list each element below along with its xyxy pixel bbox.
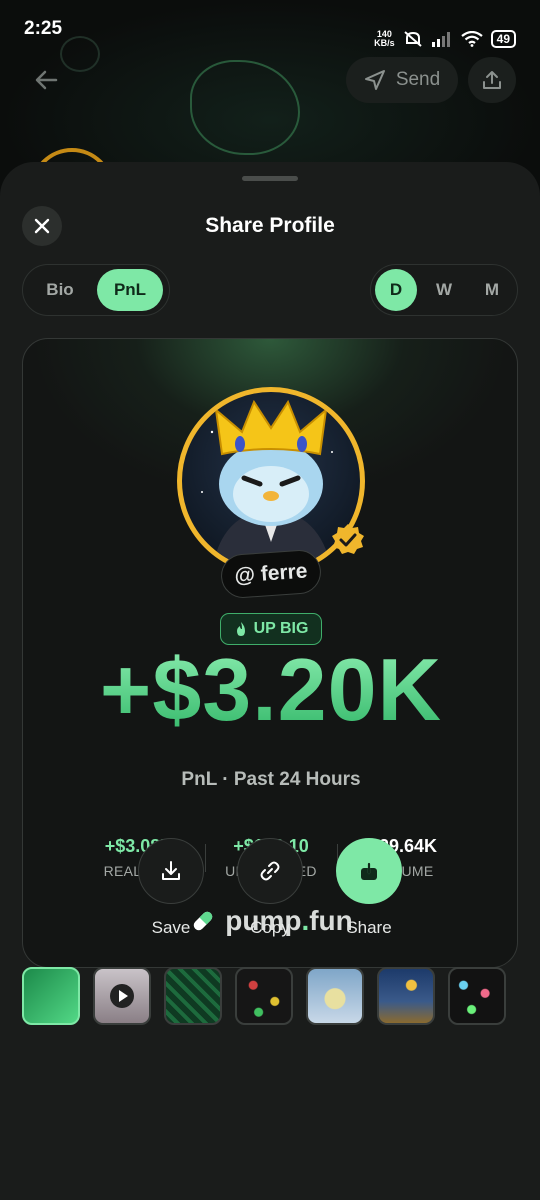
wifi-icon [460, 31, 483, 47]
verified-badge-icon [332, 524, 364, 554]
save-button[interactable] [138, 838, 204, 904]
copy-link-button[interactable] [237, 838, 303, 904]
tab-bio[interactable]: Bio [27, 269, 93, 311]
status-time: 2:25 [24, 18, 63, 39]
background-option-doodle-dark[interactable] [235, 967, 293, 1025]
status-badge-label: UP BIG [253, 620, 309, 637]
background-option-doodle-pills[interactable] [448, 967, 506, 1025]
signal-icon [431, 32, 450, 47]
action-row: Save Copy Share [138, 838, 402, 938]
tab-week[interactable]: W [423, 269, 465, 311]
battery-indicator: 49 [490, 30, 516, 48]
status-bar: 2:25 140 KB/s 49 [0, 0, 540, 60]
period-toggle: D W M [370, 264, 518, 316]
flame-icon [236, 622, 245, 636]
share-button[interactable] [336, 838, 402, 904]
pnl-value: +$3.20K [23, 639, 517, 741]
background-option-video[interactable] [93, 967, 151, 1025]
sheet-title: Share Profile [205, 214, 335, 237]
save-action[interactable]: Save [138, 838, 204, 938]
send-label: Send [395, 69, 441, 90]
username-handle: @ ferre [219, 548, 323, 600]
background-option-green[interactable] [22, 967, 80, 1025]
share-icon [361, 860, 377, 880]
back-button[interactable] [28, 62, 64, 98]
send-button[interactable]: Send [346, 57, 458, 103]
copy-label: Copy [250, 918, 290, 937]
network-speed: 140 KB/s [374, 29, 395, 48]
copy-action[interactable]: Copy [237, 838, 303, 938]
play-icon [110, 984, 134, 1008]
download-icon [162, 861, 180, 880]
link-icon [260, 861, 280, 881]
status-icons: 140 KB/s 49 [374, 18, 516, 60]
upload-icon [483, 71, 501, 89]
tab-day[interactable]: D [375, 269, 417, 311]
mute-icon [403, 31, 422, 47]
tab-month[interactable]: M [471, 269, 513, 311]
send-icon [364, 70, 385, 90]
share-label: Share [346, 918, 392, 937]
sheet-grabber[interactable] [242, 176, 298, 181]
save-label: Save [151, 918, 191, 937]
upload-button[interactable] [468, 57, 516, 103]
background-option-painting[interactable] [377, 967, 435, 1025]
share-action[interactable]: Share [336, 838, 402, 938]
pnl-period-label: PnL · Past 24 Hours [181, 769, 361, 790]
share-profile-sheet: Share Profile Bio PnL D W M @ ferre UP B… [0, 162, 540, 1200]
background-option-pattern-green[interactable] [164, 967, 222, 1025]
background-option-pill-sky[interactable] [306, 967, 364, 1025]
view-toggle: Bio PnL [22, 264, 170, 316]
background-picker [22, 967, 518, 1029]
tab-pnl[interactable]: PnL [97, 269, 163, 311]
arrow-left-icon [35, 70, 58, 90]
